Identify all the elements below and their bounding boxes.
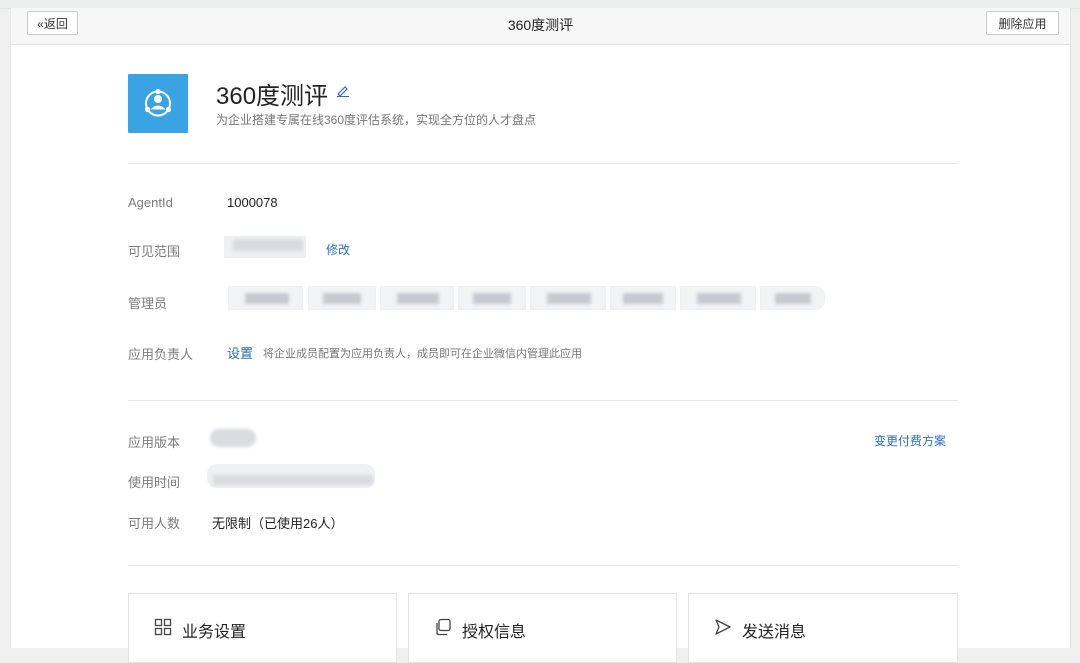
change-plan-link[interactable]: 变更付费方案 [874,432,946,449]
admin-avatar[interactable] [308,286,376,310]
admin-avatar[interactable] [458,286,526,310]
owner-label: 应用负责人 [128,347,194,362]
admin-avatar[interactable] [530,286,606,310]
app-detail-panel: «返回 360度测评 删除应用 360度测评 为企业搭建专属在线360度评估系统… [10,8,1071,663]
page-title: 360度测评 [507,17,574,33]
usage-time-label: 使用时间 [128,475,181,490]
card-label: 业务设置 [182,624,247,641]
visible-scope-redacted [233,239,303,251]
visible-scope-edit-link[interactable]: 修改 [326,241,350,258]
send-message-card[interactable]: 发送消息 [688,593,958,663]
business-settings-card[interactable]: 业务设置 [128,593,397,663]
admin-avatar[interactable] [380,286,454,310]
card-label: 授权信息 [462,624,527,641]
divider [128,163,958,164]
edit-name-icon[interactable] [336,84,350,102]
admin-avatar[interactable] [760,286,825,310]
divider [128,565,958,566]
divider [128,400,958,401]
header-bar: «返回 360度测评 删除应用 [11,8,1070,45]
app-description: 为企业搭建专属在线360度评估系统，实现全方位的人才盘点 [216,113,537,127]
version-label: 应用版本 [128,435,181,450]
card-label: 发送消息 [742,624,807,641]
owner-set-link[interactable]: 设置 [227,343,253,362]
copy-icon [434,618,452,641]
usage-time-redacted [213,475,373,485]
grid-icon [154,618,172,641]
send-icon [714,618,732,641]
agentid-label: AgentId [128,195,173,210]
delete-app-button[interactable]: 删除应用 [986,11,1059,35]
admins-label: 管理员 [128,296,168,311]
visible-scope-label: 可见范围 [128,244,181,259]
admin-avatar[interactable] [610,286,676,310]
app-logo-icon [128,74,188,133]
admin-avatar[interactable] [680,286,756,310]
seats-label: 可用人数 [128,516,181,531]
version-value-redacted [210,429,256,447]
owner-hint: 将企业成员配置为应用负责人，成员即可在企业微信内管理此应用 [263,348,582,360]
app-name: 360度测评 [216,83,329,110]
admin-avatar[interactable] [228,286,303,310]
agentid-value: 1000078 [227,195,278,210]
seats-value: 无限制（已使用26人） [212,516,344,531]
authorization-info-card[interactable]: 授权信息 [408,593,677,663]
